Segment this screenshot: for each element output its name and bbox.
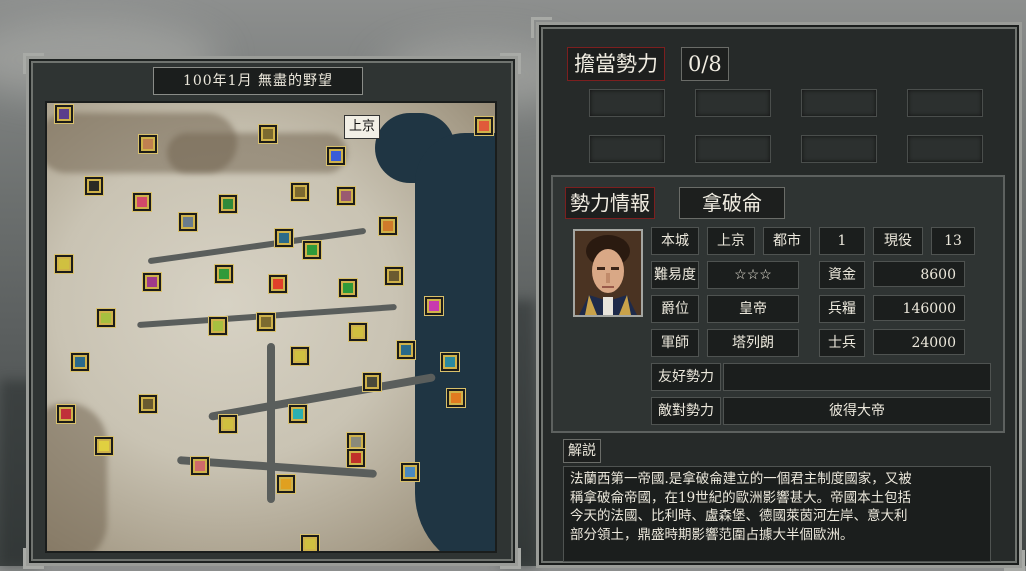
description-line: 稱拿破侖帝國，在19世紀的歐洲影響甚大。帝國本土包括 bbox=[570, 489, 912, 506]
city-marker[interactable] bbox=[269, 275, 287, 293]
city-marker[interactable] bbox=[277, 475, 295, 493]
faction-info-title: 勢力情報 bbox=[565, 187, 655, 219]
city-marker[interactable] bbox=[219, 195, 237, 213]
city-marker[interactable] bbox=[71, 353, 89, 371]
faction-slot[interactable] bbox=[589, 89, 665, 117]
assigned-factions-title: 擔當勢力 bbox=[567, 47, 665, 81]
map-panel: 100年1月 無盡的野望 上京 bbox=[23, 53, 521, 569]
description-line: 法蘭西第一帝國.是拿破侖建立的一個君主制度國家，又被 bbox=[570, 471, 912, 487]
soldiers-label: 士兵 bbox=[819, 329, 865, 357]
active-value: 13 bbox=[931, 227, 975, 255]
difficulty-label: 難易度 bbox=[651, 261, 699, 289]
scenario-date-title: 100年1月 無盡的野望 bbox=[153, 67, 363, 95]
city-marker[interactable] bbox=[143, 273, 161, 291]
city-marker[interactable] bbox=[397, 341, 415, 359]
strategist-value: 塔列朗 bbox=[707, 329, 799, 357]
city-marker[interactable] bbox=[259, 125, 277, 143]
city-marker[interactable] bbox=[337, 187, 355, 205]
leader-portrait bbox=[573, 229, 643, 317]
city-marker[interactable] bbox=[95, 437, 113, 455]
city-marker[interactable] bbox=[363, 373, 381, 391]
hostile-factions-label: 敵對勢力 bbox=[651, 397, 721, 425]
city-marker[interactable] bbox=[55, 255, 73, 273]
description-line: 部分領土，鼎盛時期影響范圍占據大半個歐洲。 bbox=[570, 526, 854, 543]
selected-city-label[interactable]: 上京 bbox=[344, 115, 381, 139]
difficulty-stars: ☆☆☆ bbox=[707, 261, 799, 289]
city-marker[interactable] bbox=[179, 213, 197, 231]
rank-label: 爵位 bbox=[651, 295, 699, 323]
city-marker[interactable] bbox=[425, 297, 443, 315]
city-marker[interactable] bbox=[447, 389, 465, 407]
sea bbox=[415, 133, 495, 551]
city-marker[interactable] bbox=[291, 347, 309, 365]
faction-slot[interactable] bbox=[907, 135, 983, 163]
city-marker[interactable] bbox=[215, 265, 233, 283]
description-line: 今天的法國、比利時、盧森堡、德國萊茵河左岸、意大利 bbox=[570, 508, 908, 524]
city-marker[interactable] bbox=[441, 353, 459, 371]
city-marker[interactable] bbox=[139, 135, 157, 153]
city-marker[interactable] bbox=[401, 463, 419, 481]
faction-name: 拿破侖 bbox=[679, 187, 785, 219]
faction-slot[interactable] bbox=[695, 89, 771, 117]
city-marker[interactable] bbox=[289, 405, 307, 423]
city-marker[interactable] bbox=[139, 395, 157, 413]
city-marker[interactable] bbox=[85, 177, 103, 195]
faction-info-box: 勢力情報 拿破侖 本城 上京 都市 1 現役 13 難易度 ☆☆☆ 資金 860… bbox=[551, 175, 1005, 433]
city-marker[interactable] bbox=[291, 183, 309, 201]
strategist-label: 軍師 bbox=[651, 329, 699, 357]
friendly-factions-value bbox=[723, 363, 991, 391]
cities-value: 1 bbox=[819, 227, 865, 255]
description-label: 解説 bbox=[563, 439, 601, 463]
city-marker[interactable] bbox=[257, 313, 275, 331]
rank-value: 皇帝 bbox=[707, 295, 799, 323]
city-marker[interactable] bbox=[379, 217, 397, 235]
city-marker[interactable] bbox=[133, 193, 151, 211]
city-marker[interactable] bbox=[219, 415, 237, 433]
city-marker[interactable] bbox=[97, 309, 115, 327]
home-city-label: 本城 bbox=[651, 227, 699, 255]
friendly-factions-label: 友好勢力 bbox=[651, 363, 721, 391]
city-marker[interactable] bbox=[349, 323, 367, 341]
cities-label: 都市 bbox=[763, 227, 811, 255]
home-city-value: 上京 bbox=[707, 227, 755, 255]
city-marker[interactable] bbox=[55, 105, 73, 123]
funds-value: 8600 bbox=[873, 261, 965, 287]
food-label: 兵糧 bbox=[819, 295, 865, 323]
city-marker[interactable] bbox=[475, 117, 493, 135]
active-label: 現役 bbox=[873, 227, 923, 255]
funds-label: 資金 bbox=[819, 261, 865, 289]
city-marker[interactable] bbox=[327, 147, 345, 165]
faction-select-panel: 擔當勢力 0/8 勢力情報 拿破侖 本城 上京 都市 1 現役 13 難易度 ☆… bbox=[531, 17, 1025, 571]
faction-description: 法蘭西第一帝國.是拿破侖建立的一個君主制度國家，又被 稱拿破侖帝國，在19世紀的… bbox=[563, 466, 991, 562]
strategy-map[interactable]: 上京 bbox=[45, 101, 497, 553]
soldiers-value: 24000 bbox=[873, 329, 965, 355]
faction-slot[interactable] bbox=[801, 89, 877, 117]
faction-slot[interactable] bbox=[695, 135, 771, 163]
city-marker[interactable] bbox=[303, 241, 321, 259]
food-value: 146000 bbox=[873, 295, 965, 321]
hostile-factions-value: 彼得大帝 bbox=[723, 397, 991, 425]
city-marker[interactable] bbox=[275, 229, 293, 247]
faction-slot[interactable] bbox=[589, 135, 665, 163]
faction-slot[interactable] bbox=[907, 89, 983, 117]
napoleon-portrait-icon bbox=[575, 231, 641, 315]
city-marker[interactable] bbox=[339, 279, 357, 297]
city-marker[interactable] bbox=[385, 267, 403, 285]
assigned-factions-count: 0/8 bbox=[681, 47, 729, 81]
city-marker[interactable] bbox=[301, 535, 319, 551]
faction-slot[interactable] bbox=[801, 135, 877, 163]
city-marker[interactable] bbox=[209, 317, 227, 335]
city-marker[interactable] bbox=[57, 405, 75, 423]
city-marker[interactable] bbox=[191, 457, 209, 475]
city-marker[interactable] bbox=[347, 449, 365, 467]
